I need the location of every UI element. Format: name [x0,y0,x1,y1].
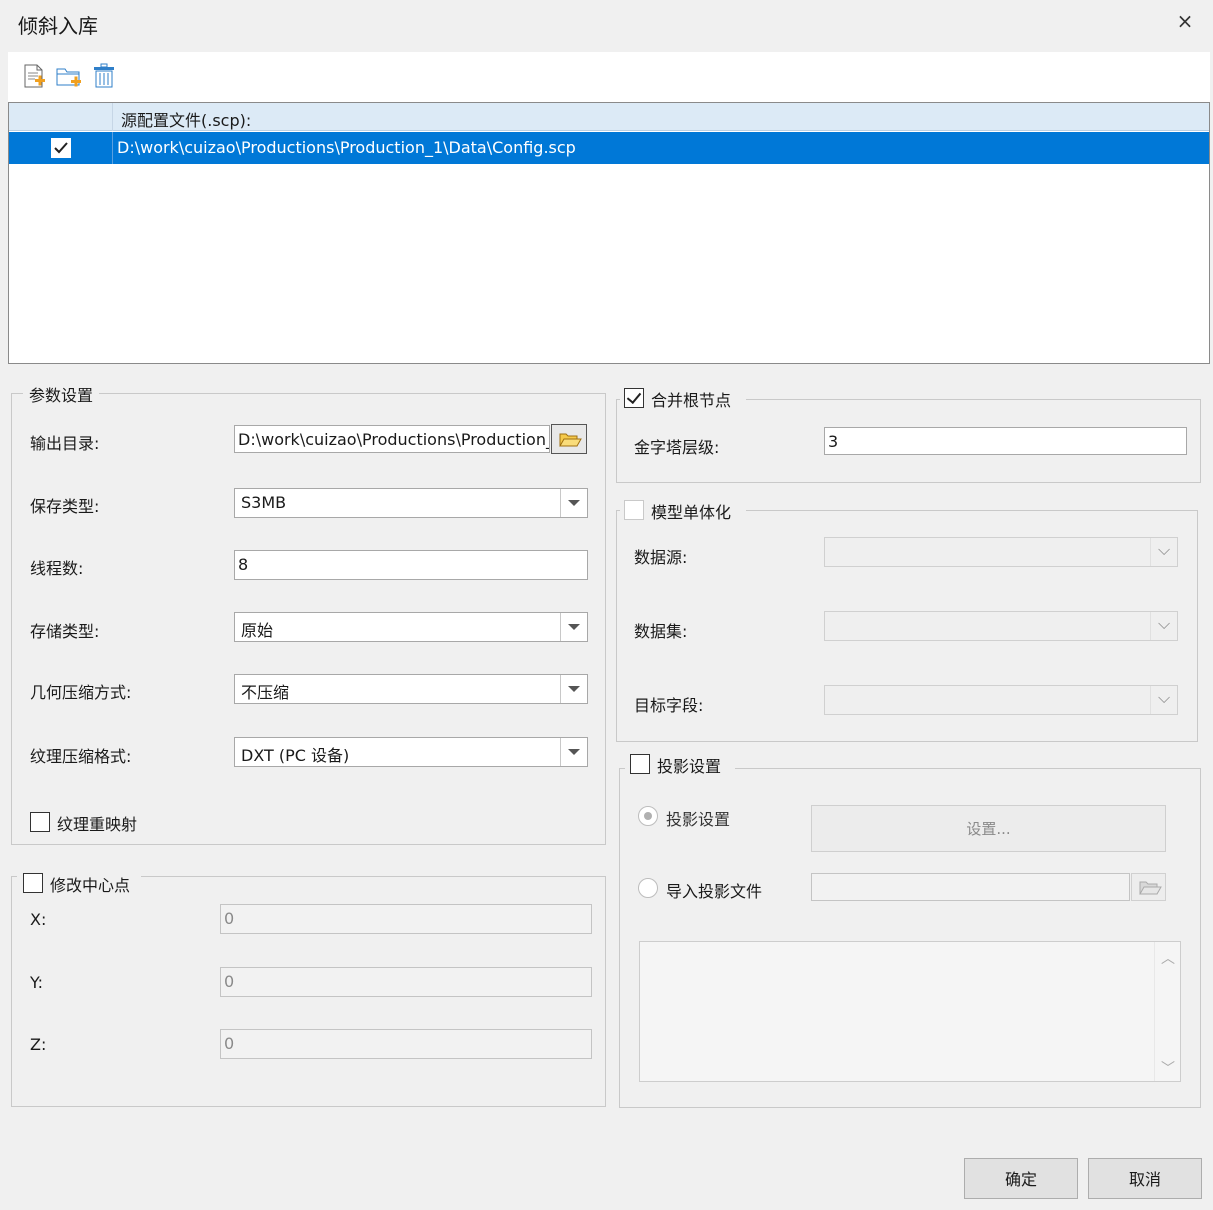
center-checkbox[interactable] [23,873,43,893]
geom-compress-select[interactable]: 不压缩 [234,674,588,704]
center-x-input[interactable]: 0 [220,904,592,934]
center-z-input[interactable]: 0 [220,1029,592,1059]
dataset-select[interactable] [824,611,1178,641]
source-config-list[interactable]: 源配置文件(.scp): D:\work\cuizao\Productions\… [8,102,1210,364]
cancel-button[interactable]: 取消 [1088,1158,1202,1199]
center-y-label: Y: [30,973,44,992]
texture-compress-label: 纹理压缩格式: [30,747,132,766]
pyramid-input[interactable]: 3 [824,427,1187,455]
center-z-label: Z: [30,1035,47,1054]
center-x-label: X: [30,910,47,929]
params-group-title: 参数设置 [23,382,100,406]
model-checkbox[interactable] [624,500,644,520]
import-projection-radio[interactable] [638,878,658,898]
chevron-down-icon[interactable] [560,613,587,641]
save-type-value: S3MB [241,493,287,512]
projection-checkbox[interactable] [630,754,650,774]
center-y-input[interactable]: 0 [220,967,592,997]
texture-compress-value: DXT (PC 设备) [241,746,350,765]
projection-setting-radio[interactable] [638,806,658,826]
chevron-down-icon[interactable] [1150,686,1177,714]
storage-type-label: 存储类型: [30,622,100,641]
title-bar [0,0,1213,48]
list-header-path: 源配置文件(.scp): [121,111,252,130]
chevron-down-icon[interactable] [1150,538,1177,566]
model-group-title: 模型单体化 [651,503,732,522]
projection-group-title: 投影设置 [657,757,722,776]
dataset-label: 数据集: [634,622,688,641]
folder-open-icon [1139,881,1162,895]
save-type-select[interactable]: S3MB [234,488,588,518]
import-projection-radio-label: 导入投影文件 [666,882,763,901]
target-field-select[interactable] [824,685,1178,715]
delete-icon[interactable] [90,62,118,90]
storage-type-value: 原始 [241,621,274,640]
chevron-down-icon[interactable] [560,675,587,703]
add-folder-icon[interactable] [54,62,82,90]
merge-group-title: 合并根节点 [651,391,732,410]
projection-setting-radio-label: 投影设置 [666,810,731,829]
threads-label: 线程数: [30,559,84,578]
list-item-check-cell [9,132,113,164]
geom-compress-label: 几何压缩方式: [30,683,132,702]
target-field-label: 目标字段: [634,696,704,715]
list-item[interactable]: D:\work\cuizao\Productions\Production_1\… [9,132,1209,164]
output-dir-input[interactable]: D:\work\cuizao\Productions\Production_1 [234,425,550,453]
chevron-down-icon[interactable] [560,489,587,517]
import-projection-input[interactable] [811,873,1130,901]
chevron-down-icon[interactable] [560,738,587,766]
chevron-up-icon[interactable]: ︿ [1161,948,1175,968]
merge-checkbox[interactable] [624,388,644,408]
list-header: 源配置文件(.scp): [9,103,1209,131]
list-header-check-column [9,103,113,131]
pyramid-label: 金字塔层级: [634,438,720,457]
storage-type-select[interactable]: 原始 [234,612,588,642]
texture-remap-label: 纹理重映射 [57,815,138,834]
list-item-path: D:\work\cuizao\Productions\Production_1\… [117,138,576,157]
chevron-down-icon[interactable]: ﹀ [1161,1058,1175,1078]
projection-settings-button[interactable]: 设置... [811,805,1166,852]
dialog-title: 倾斜入库 [18,14,98,38]
output-dir-label: 输出目录: [30,434,100,453]
projection-info-textarea[interactable]: ︿ ﹀ [639,941,1181,1082]
toolbar [8,52,1210,102]
texture-remap-checkbox[interactable] [30,812,50,832]
import-projection-browse-button[interactable] [1131,873,1166,901]
output-dir-browse-button[interactable] [551,424,587,454]
datasource-select[interactable] [824,537,1178,567]
close-icon[interactable]: × [1172,8,1198,34]
save-type-label: 保存类型: [30,497,100,516]
center-group-title: 修改中心点 [50,876,131,895]
chevron-down-icon[interactable] [1150,612,1177,640]
scrollbar[interactable]: ︿ ﹀ [1154,942,1180,1081]
threads-input[interactable]: 8 [234,550,588,580]
texture-compress-select[interactable]: DXT (PC 设备) [234,737,588,767]
add-file-icon[interactable] [20,62,48,90]
list-item-checkbox[interactable] [51,138,71,158]
geom-compress-value: 不压缩 [241,683,290,702]
ok-button[interactable]: 确定 [964,1158,1078,1199]
datasource-label: 数据源: [634,548,688,567]
folder-open-icon [559,433,582,447]
